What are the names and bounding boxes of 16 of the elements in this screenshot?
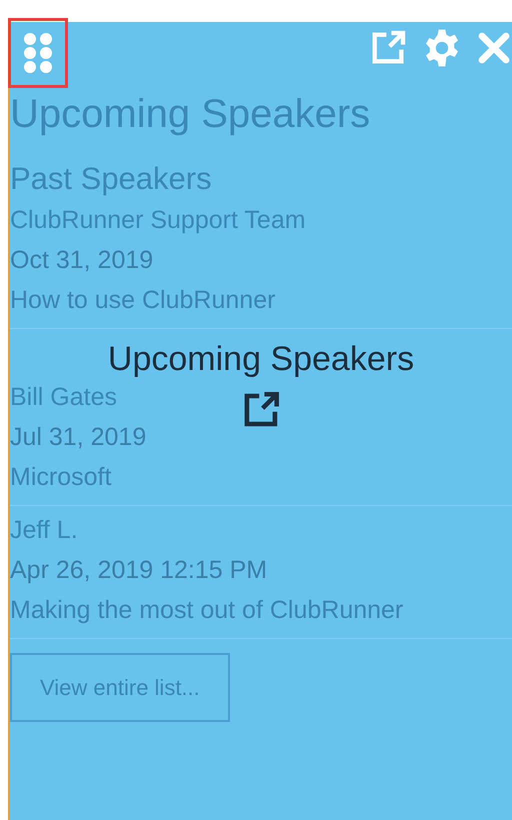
section-title: Past Speakers — [10, 162, 212, 196]
speaker-name: ClubRunner Support Team — [10, 205, 306, 236]
speaker-date: Oct 31, 2019 — [10, 245, 154, 276]
overlay-label: Upcoming Speakers — [108, 339, 414, 380]
speaker-topic: Making the most out of ClubRunner — [10, 595, 404, 626]
speaker-date: Apr 26, 2019 12:15 PM — [10, 555, 268, 586]
speaker-date: Jul 31, 2019 — [10, 422, 146, 454]
view-all-button[interactable]: View entire list... — [10, 653, 230, 722]
speaker-name: Jeff L. — [10, 515, 78, 546]
close-icon[interactable] — [476, 30, 512, 66]
speaker-name: Bill Gates — [10, 382, 117, 414]
speaker-topic: Microsoft — [10, 462, 112, 494]
speaker-topic: How to use ClubRunner — [10, 285, 276, 316]
drag-handle[interactable] — [8, 18, 68, 88]
widget-title: Upcoming Speakers — [10, 92, 370, 136]
drag-handle-icon — [23, 32, 53, 74]
